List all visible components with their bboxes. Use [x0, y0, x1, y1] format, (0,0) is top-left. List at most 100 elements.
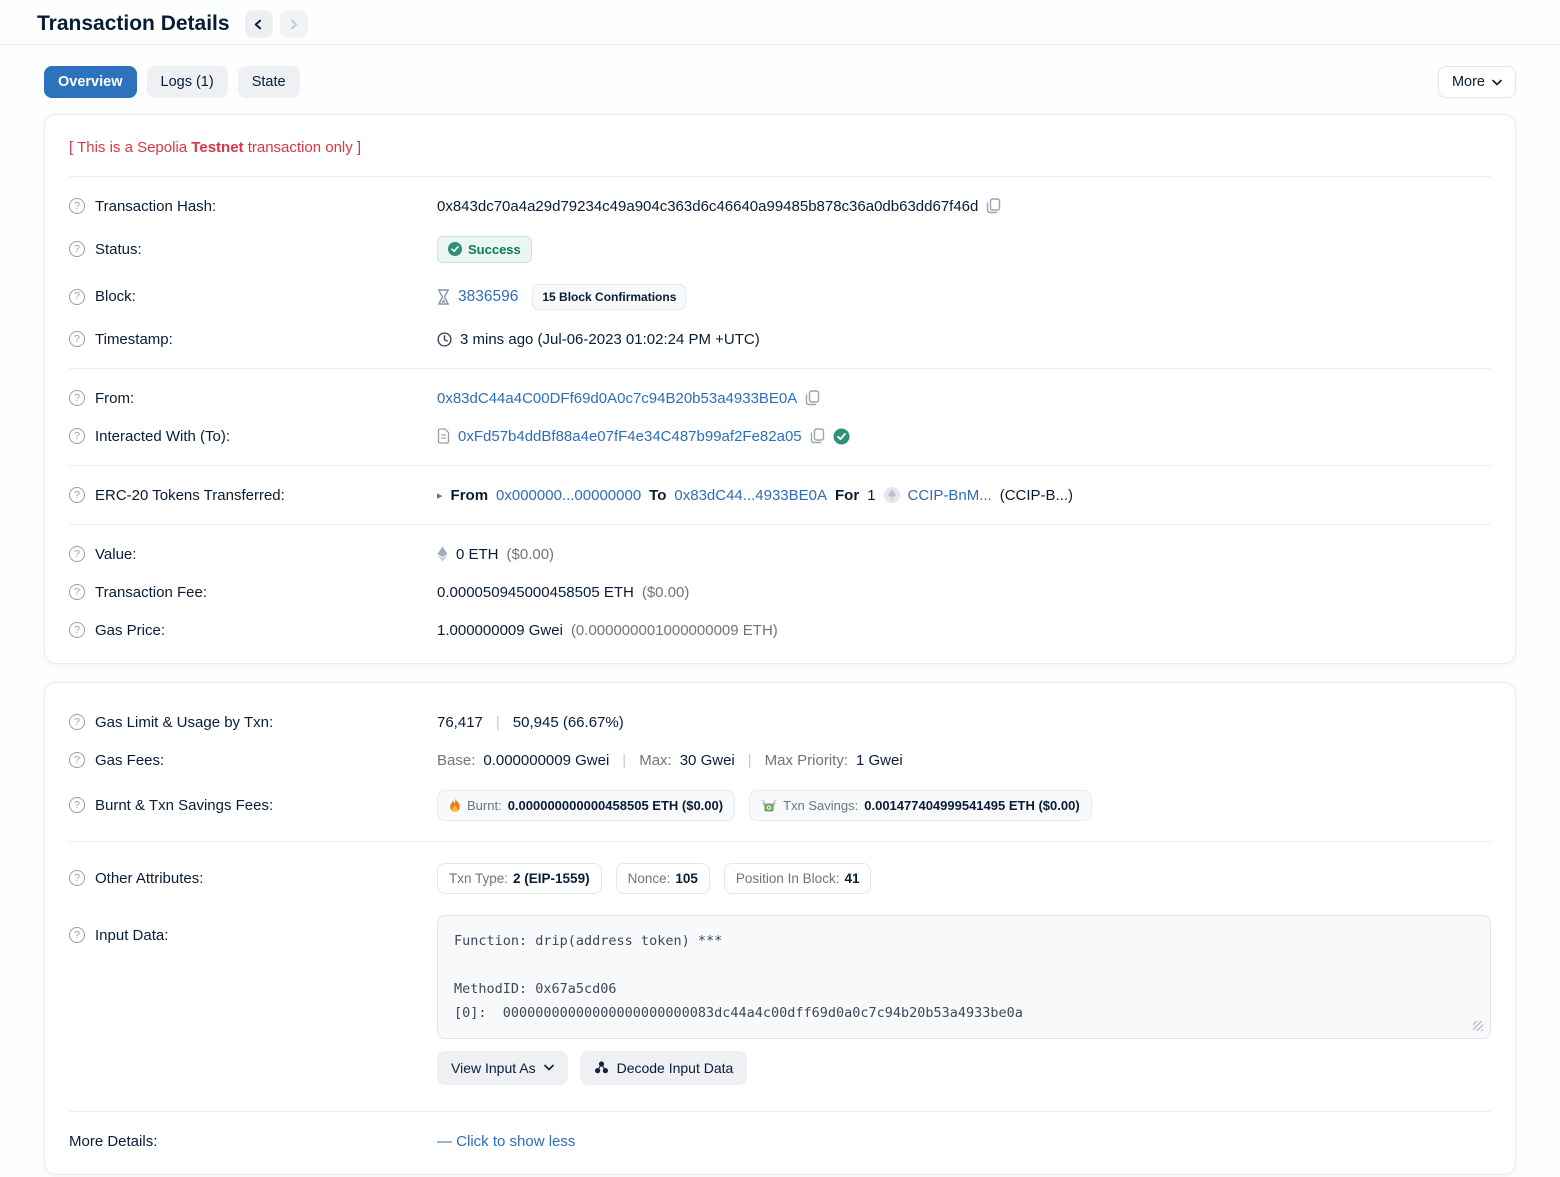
token-logo-icon [884, 487, 900, 503]
help-icon[interactable]: ? [69, 797, 85, 813]
block-label: Block: [95, 288, 136, 305]
previous-transaction-button[interactable] [245, 10, 273, 38]
divider [69, 524, 1491, 525]
chevron-down-icon [1492, 79, 1502, 86]
view-input-as-button[interactable]: View Input As [437, 1051, 568, 1085]
from-address-link[interactable]: 0x83dC44a4C00DFf69d0A0c7c94B20b53a4933BE… [437, 390, 797, 407]
other-attributes-row: ? Other Attributes: Txn Type: 2 (EIP-155… [69, 852, 1491, 904]
help-icon[interactable]: ? [69, 622, 85, 638]
interacted-with-address-link[interactable]: 0xFd57b4ddBf88a4e07fF4e34C487b99af2Fe82a… [458, 428, 802, 445]
help-icon[interactable]: ? [69, 289, 85, 305]
block-number-link[interactable]: 3836596 [458, 288, 518, 306]
max-fee-value: 30 Gwei [680, 752, 735, 769]
gas-price-amount: 1.000000009 Gwei [437, 622, 563, 639]
next-transaction-button[interactable] [280, 10, 308, 38]
timestamp-value: 3 mins ago (Jul-06-2023 01:02:24 PM +UTC… [460, 331, 760, 348]
eth-diamond-icon [437, 546, 448, 562]
other-attributes-label: Other Attributes: [95, 870, 203, 887]
help-icon[interactable]: ? [69, 428, 85, 444]
clock-icon [437, 332, 452, 347]
burnt-label: Burnt: [467, 798, 502, 813]
separator: | [617, 752, 631, 769]
timestamp-row: ? Timestamp: 3 mins ago (Jul-06-2023 01:… [69, 320, 1491, 358]
max-priority-fee-value: 1 Gwei [856, 752, 903, 769]
gas-price-row: ? Gas Price: 1.000000009 Gwei (0.0000000… [69, 611, 1491, 649]
hourglass-icon [437, 289, 450, 305]
copy-to-address-button[interactable] [810, 428, 825, 444]
nonce-value: 105 [675, 871, 698, 886]
txn-type-key: Txn Type: [449, 871, 508, 886]
token-symbol: (CCIP-B...) [1000, 487, 1073, 504]
fire-icon [449, 798, 461, 813]
help-icon[interactable]: ? [69, 546, 85, 562]
erc20-transfers-label: ERC-20 Tokens Transferred: [95, 487, 285, 504]
transaction-hash-row: ? Transaction Hash: 0x843dc70a4a29d79234… [69, 187, 1491, 225]
base-fee-value: 0.000000009 Gwei [483, 752, 609, 769]
gas-limit-label: Gas Limit & Usage by Txn: [95, 714, 273, 731]
help-icon[interactable]: ? [69, 241, 85, 257]
gas-price-label: Gas Price: [95, 622, 165, 639]
copy-hash-button[interactable] [986, 198, 1001, 214]
help-icon[interactable]: ? [69, 487, 85, 503]
copy-icon [810, 428, 825, 444]
value-amount: 0 ETH [456, 546, 499, 563]
tab-overview[interactable]: Overview [44, 66, 137, 98]
view-input-as-label: View Input As [451, 1060, 536, 1076]
value-label: Value: [95, 546, 136, 563]
resize-handle-icon[interactable] [1473, 1021, 1483, 1031]
testnet-warning-bold: Testnet [191, 139, 243, 156]
contract-document-icon [437, 428, 450, 444]
gas-price-eth: (0.000000001000000009 ETH) [571, 622, 778, 639]
help-icon[interactable]: ? [69, 927, 85, 943]
testnet-warning-prefix: [ This is a Sepolia [69, 139, 191, 156]
money-wings-icon [761, 799, 777, 812]
more-button-label: More [1452, 74, 1485, 90]
token-name-link[interactable]: CCIP-BnM... [908, 487, 992, 504]
gas-limit-value: 76,417 [437, 714, 483, 731]
tabs-bar: Overview Logs (1) State More [0, 45, 1560, 114]
transaction-hash-value: 0x843dc70a4a29d79234c49a904c363d6c46640a… [437, 198, 978, 215]
position-key: Position In Block: [736, 871, 840, 886]
help-icon[interactable]: ? [69, 390, 85, 406]
help-icon[interactable]: ? [69, 714, 85, 730]
show-less-link[interactable]: — Click to show less [437, 1133, 575, 1150]
help-icon[interactable]: ? [69, 752, 85, 768]
erc20-transfers-row: ? ERC-20 Tokens Transferred: ▸ From 0x00… [69, 476, 1491, 514]
interacted-with-row: ? Interacted With (To): 0xFd57b4ddBf88a4… [69, 417, 1491, 455]
divider [69, 841, 1491, 842]
burnt-savings-label: Burnt & Txn Savings Fees: [95, 797, 273, 814]
burnt-value: 0.000000000000458505 ETH ($0.00) [508, 798, 723, 813]
value-row: ? Value: 0 ETH ($0.00) [69, 535, 1491, 573]
position-value: 41 [844, 871, 859, 886]
help-icon[interactable]: ? [69, 198, 85, 214]
transfer-to-link[interactable]: 0x83dC44...4933BE0A [674, 487, 827, 504]
txn-savings-label: Txn Savings: [783, 798, 858, 813]
txn-savings-badge: Txn Savings: 0.001477404999541495 ETH ($… [749, 790, 1092, 821]
details-card: ? Gas Limit & Usage by Txn: 76,417 | 50,… [44, 682, 1516, 1175]
copy-icon [805, 390, 820, 406]
separator: | [491, 714, 505, 731]
page-header: Transaction Details [0, 0, 1560, 44]
help-icon[interactable]: ? [69, 584, 85, 600]
more-button[interactable]: More [1438, 66, 1516, 98]
divider [69, 368, 1491, 369]
transaction-fee-amount: 0.000050945000458505 ETH [437, 584, 634, 601]
help-icon[interactable]: ? [69, 331, 85, 347]
help-icon[interactable]: ? [69, 870, 85, 886]
from-row: ? From: 0x83dC44a4C00DFf69d0A0c7c94B20b5… [69, 379, 1491, 417]
decode-input-data-button[interactable]: Decode Input Data [580, 1051, 748, 1085]
txn-type-badge: Txn Type: 2 (EIP-1559) [437, 863, 602, 894]
block-row: ? Block: 3836596 15 Block Confirmations [69, 273, 1491, 320]
block-confirmations-badge: 15 Block Confirmations [532, 284, 686, 310]
check-circle-icon [448, 242, 462, 256]
tab-logs[interactable]: Logs (1) [147, 66, 228, 98]
nonce-badge: Nonce: 105 [616, 863, 710, 894]
divider [69, 1111, 1491, 1112]
copy-from-address-button[interactable] [805, 390, 820, 406]
divider [69, 465, 1491, 466]
tab-state[interactable]: State [238, 66, 300, 98]
input-data-textarea[interactable]: Function: drip(address token) *** Method… [437, 915, 1491, 1039]
timestamp-label: Timestamp: [95, 331, 173, 348]
transfer-from-link[interactable]: 0x000000...00000000 [496, 487, 641, 504]
gas-fees-row: ? Gas Fees: Base: 0.000000009 Gwei | Max… [69, 741, 1491, 779]
